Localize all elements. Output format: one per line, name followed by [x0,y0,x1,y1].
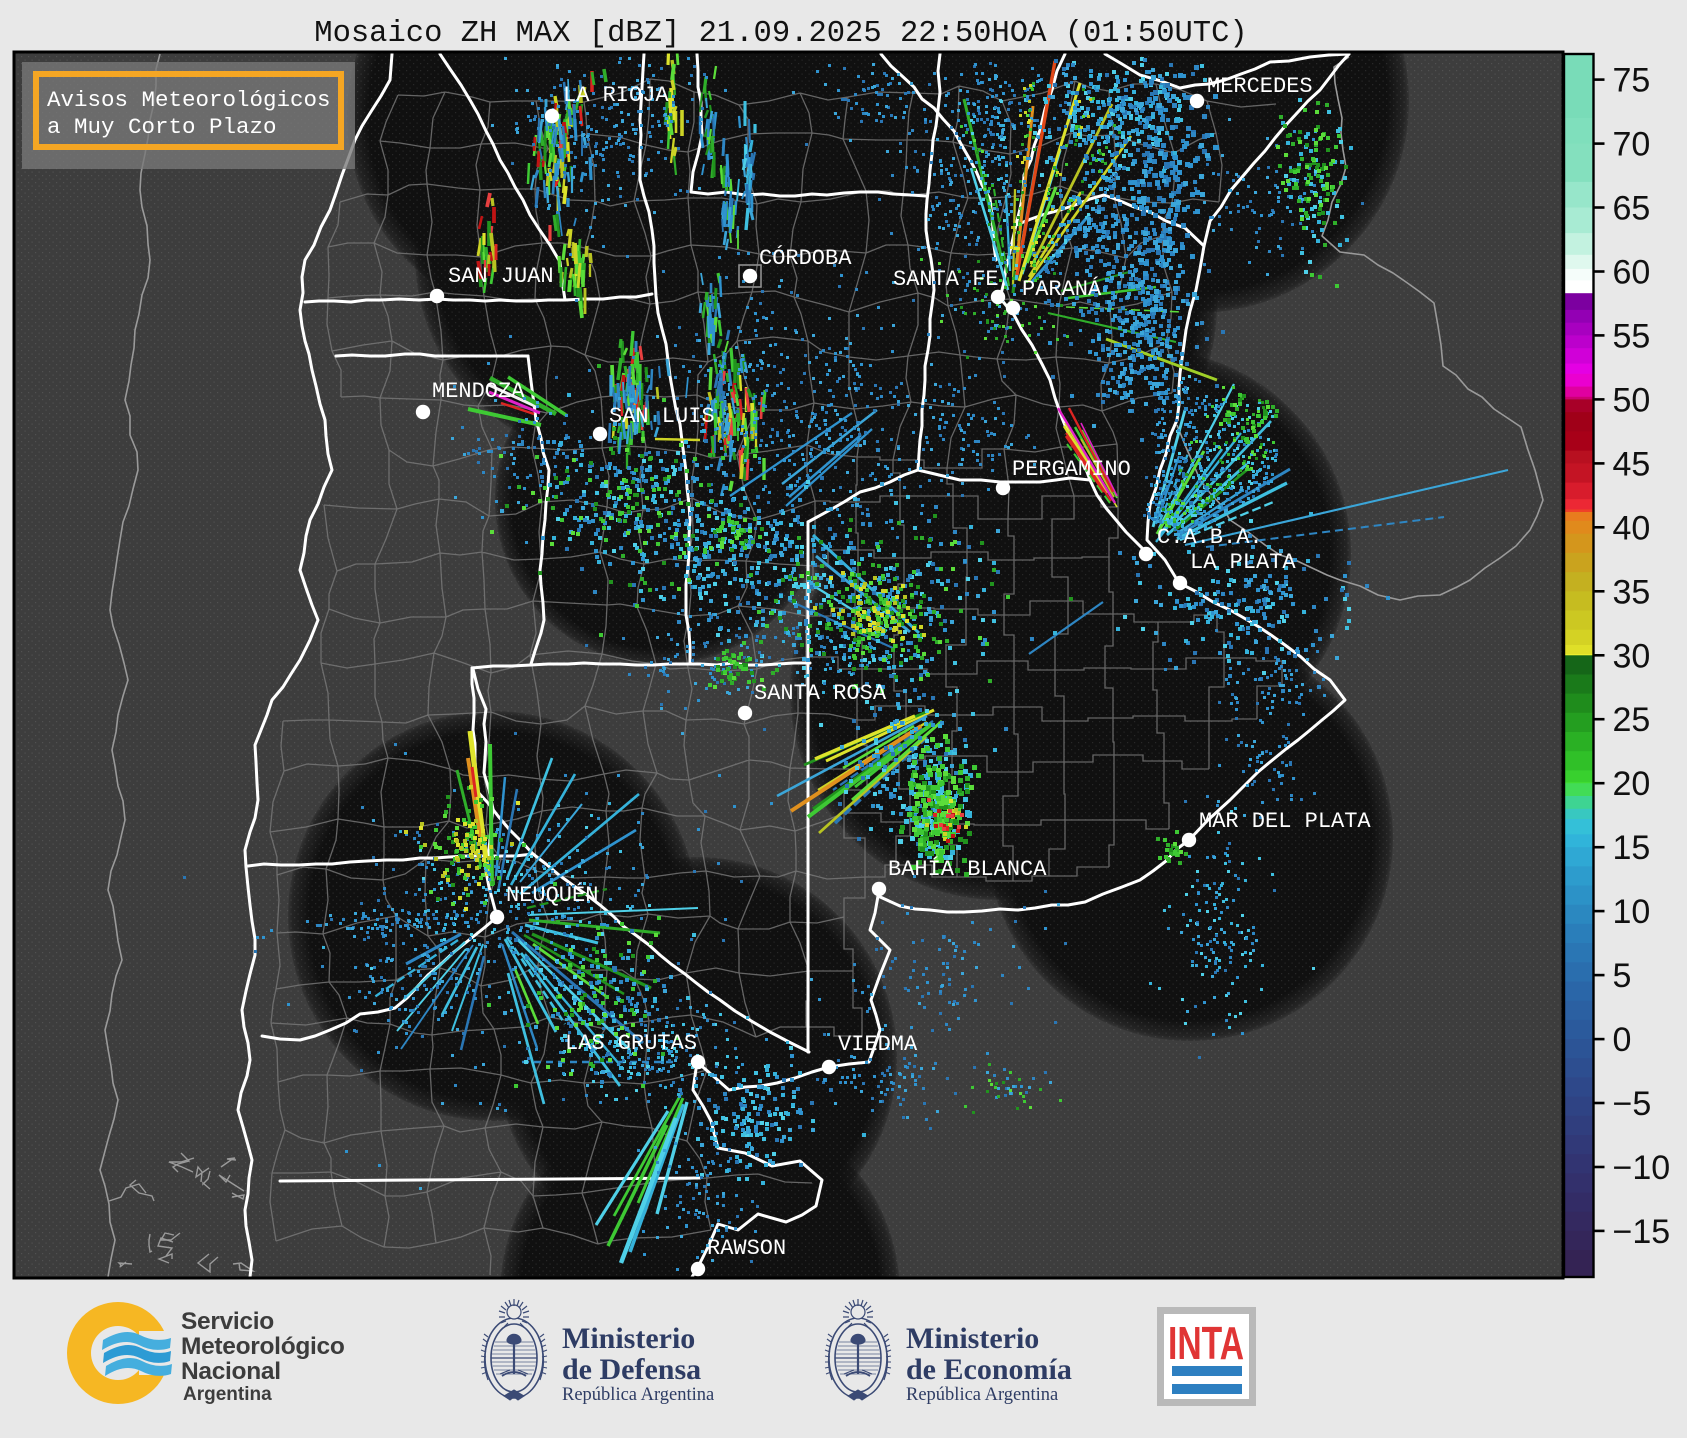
svg-text:PARANÁ: PARANÁ [1022,276,1102,302]
svg-text:C.A.B.A.: C.A.B.A. [1157,525,1263,550]
svg-text:65: 65 [1613,190,1651,228]
svg-text:30: 30 [1613,637,1651,675]
svg-text:Meteorológico: Meteorológico [181,1333,345,1360]
svg-text:−10: −10 [1613,1149,1671,1187]
svg-text:Servicio: Servicio [181,1308,274,1335]
svg-text:Argentina: Argentina [183,1384,272,1405]
svg-text:SAN LUIS: SAN LUIS [609,404,715,429]
svg-text:60: 60 [1613,254,1651,292]
svg-text:55: 55 [1613,317,1651,355]
svg-text:40: 40 [1613,509,1651,547]
svg-text:45: 45 [1613,445,1651,483]
svg-text:Avisos Meteorológicos: Avisos Meteorológicos [47,87,331,113]
svg-text:Ministerio: Ministerio [562,1322,695,1355]
svg-text:50: 50 [1613,381,1651,419]
svg-text:SANTA ROSA: SANTA ROSA [754,681,887,706]
svg-text:MERCEDES: MERCEDES [1207,74,1313,99]
svg-text:LA RIOJA: LA RIOJA [563,83,669,108]
svg-text:de Defensa: de Defensa [562,1353,701,1386]
svg-text:CÓRDOBA: CÓRDOBA [759,245,852,271]
svg-text:Ministerio: Ministerio [906,1322,1039,1355]
svg-text:10: 10 [1613,893,1651,931]
svg-text:−15: −15 [1613,1213,1671,1251]
svg-text:Nacional: Nacional [181,1358,281,1385]
svg-text:20: 20 [1613,765,1651,803]
svg-text:SAN JUAN: SAN JUAN [448,264,554,289]
svg-text:RAWSON: RAWSON [707,1236,786,1261]
svg-text:70: 70 [1613,126,1651,164]
svg-text:a Muy Corto Plazo: a Muy Corto Plazo [47,114,277,140]
svg-text:25: 25 [1613,701,1651,739]
svg-text:VIEDMA: VIEDMA [838,1032,918,1057]
svg-text:MAR DEL PLATA: MAR DEL PLATA [1199,809,1371,834]
svg-text:PERGAMINO: PERGAMINO [1012,457,1131,482]
svg-text:NEUQUÉN: NEUQUÉN [506,882,598,908]
svg-text:República Argentina: República Argentina [906,1385,1058,1405]
svg-text:5: 5 [1613,957,1632,995]
svg-text:LA PLATA: LA PLATA [1190,550,1296,575]
svg-text:de Economía: de Economía [906,1353,1072,1386]
svg-text:0: 0 [1613,1021,1632,1059]
svg-text:75: 75 [1613,62,1651,100]
svg-text:MENDOZA: MENDOZA [432,379,525,404]
svg-text:15: 15 [1613,829,1651,867]
svg-text:LAS GRUTAS: LAS GRUTAS [565,1031,697,1056]
svg-text:Mosaico ZH MAX [dBZ] 21.09.202: Mosaico ZH MAX [dBZ] 21.09.2025 22:50HOA… [314,17,1247,51]
svg-text:35: 35 [1613,573,1651,611]
svg-text:−5: −5 [1613,1085,1652,1123]
svg-text:República Argentina: República Argentina [562,1385,714,1405]
svg-text:BAHÍA BLANCA: BAHÍA BLANCA [888,856,1047,882]
svg-text:INTA: INTA [1168,1317,1244,1369]
svg-text:SANTA FE: SANTA FE [893,267,999,292]
